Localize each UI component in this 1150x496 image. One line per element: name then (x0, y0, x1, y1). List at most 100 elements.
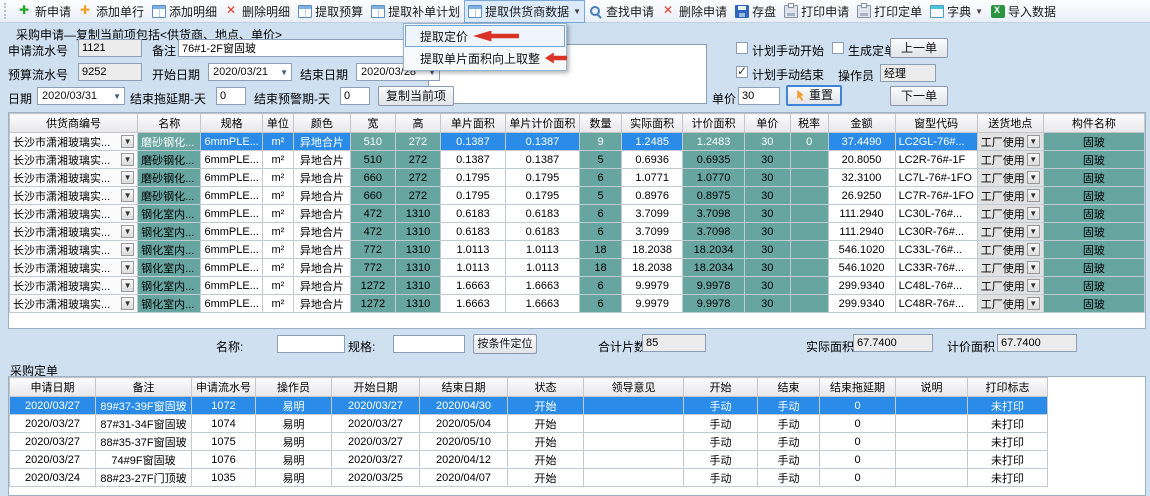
cell-request-sn[interactable]: 1035 (192, 469, 256, 487)
cell-start[interactable]: 手动 (684, 469, 758, 487)
cell-operator[interactable]: 易明 (256, 451, 332, 469)
cell-color[interactable]: 异地合片 (293, 151, 350, 169)
chevron-down-icon[interactable]: ▼ (1027, 297, 1040, 310)
cell-supplier[interactable]: 长沙市潇湘玻璃实...▼ (10, 295, 138, 313)
cell-tax-rate[interactable]: 0 (790, 133, 828, 151)
cell-qty[interactable]: 5 (580, 187, 622, 205)
table-row[interactable]: 长沙市潇湘玻璃实...▼钢化室内...6mmPLE...m²异地合片772131… (10, 259, 1145, 277)
column-header-window-code[interactable]: 窗型代码 (895, 114, 977, 133)
cell-window-code[interactable]: LC48L-76#... (895, 277, 977, 295)
cell-amount[interactable]: 37.4490 (828, 133, 895, 151)
cell-spec[interactable]: 6mmPLE... (201, 295, 262, 313)
column-header-end-delay[interactable]: 结束拖延期 (820, 378, 896, 397)
cell-name[interactable]: 磨砂钢化... (138, 133, 201, 151)
table-row[interactable]: 2020/03/2788#35-37F窗固玻1075易明2020/03/2720… (10, 433, 1048, 451)
cell-tax-rate[interactable] (790, 241, 828, 259)
cell-supplier[interactable]: 长沙市潇湘玻璃实...▼ (10, 187, 138, 205)
cell-leader-opinion[interactable] (584, 397, 684, 415)
column-header-height[interactable]: 高 (395, 114, 440, 133)
cell-window-code[interactable]: LC33L-76#... (895, 241, 977, 259)
table-row[interactable]: 长沙市潇湘玻璃实...▼钢化室内...6mmPLE...m²异地合片127213… (10, 295, 1145, 313)
cell-print-flag[interactable]: 未打印 (968, 415, 1048, 433)
cell-piece-area[interactable]: 0.1387 (441, 133, 506, 151)
filter-name-input[interactable] (277, 335, 345, 353)
cell-start-date[interactable]: 2020/03/27 (332, 451, 420, 469)
cell-window-code[interactable]: LC30L-76#... (895, 205, 977, 223)
cell-end-delay[interactable]: 0 (820, 397, 896, 415)
cell-amount[interactable]: 546.1020 (828, 241, 895, 259)
cell-unit[interactable]: m² (262, 187, 293, 205)
chevron-down-icon[interactable]: ▼ (1027, 189, 1040, 202)
cell-piece-price-area[interactable]: 0.1795 (505, 187, 579, 205)
column-header-request-date[interactable]: 申请日期 (10, 378, 96, 397)
cell-end[interactable]: 手动 (758, 397, 820, 415)
cell-delivery-location[interactable]: 工厂使用▼ (977, 151, 1043, 169)
cell-unit-price[interactable]: 30 (744, 259, 790, 277)
cell-tax-rate[interactable] (790, 187, 828, 205)
cell-piece-price-area[interactable]: 0.1795 (505, 169, 579, 187)
cell-qty[interactable]: 9 (580, 133, 622, 151)
cell-part-name[interactable]: 固玻 (1043, 151, 1144, 169)
cell-unit-price[interactable]: 30 (744, 187, 790, 205)
cell-unit-price[interactable]: 30 (744, 277, 790, 295)
cell-start-date[interactable]: 2020/03/27 (332, 397, 420, 415)
column-header-amount[interactable]: 金额 (828, 114, 895, 133)
table-row[interactable]: 长沙市潇湘玻璃实...▼钢化室内...6mmPLE...m²异地合片772131… (10, 241, 1145, 259)
menu-item-extract-pricing[interactable]: 提取定价 (405, 25, 565, 47)
cell-status[interactable]: 开始 (508, 433, 584, 451)
column-header-note[interactable]: 说明 (896, 378, 968, 397)
cell-price-area[interactable]: 1.2483 (683, 133, 744, 151)
cell-spec[interactable]: 6mmPLE... (201, 259, 262, 277)
cell-unit[interactable]: m² (262, 223, 293, 241)
add-row-button[interactable]: 添加单行 (75, 0, 148, 23)
cell-width[interactable]: 510 (350, 151, 395, 169)
cell-actual-area[interactable]: 18.2038 (621, 241, 682, 259)
cell-height[interactable]: 1310 (395, 277, 440, 295)
extract-supplement-plan-button[interactable]: 提取补单计划 (367, 0, 464, 23)
cell-delivery-location[interactable]: 工厂使用▼ (977, 223, 1043, 241)
cell-amount[interactable]: 32.3100 (828, 169, 895, 187)
cell-part-name[interactable]: 固玻 (1043, 259, 1144, 277)
cell-name[interactable]: 钢化室内... (138, 259, 201, 277)
chevron-down-icon[interactable]: ▼ (121, 153, 134, 166)
cell-request-sn[interactable]: 1072 (192, 397, 256, 415)
cell-print-flag[interactable]: 未打印 (968, 397, 1048, 415)
request-sn-field[interactable] (78, 39, 142, 57)
cell-color[interactable]: 异地合片 (293, 259, 350, 277)
find-request-button[interactable]: 查找申请 (585, 0, 658, 23)
cell-amount[interactable]: 299.9340 (828, 295, 895, 313)
column-header-end-date[interactable]: 结束日期 (420, 378, 508, 397)
column-header-tax-rate[interactable]: 税率 (790, 114, 828, 133)
table-row[interactable]: 长沙市潇湘玻璃实...▼钢化室内...6mmPLE...m²异地合片472131… (10, 223, 1145, 241)
column-header-supplier[interactable]: 供货商编号 (10, 114, 138, 133)
cell-price-area[interactable]: 1.0770 (683, 169, 744, 187)
cell-qty[interactable]: 6 (580, 277, 622, 295)
cell-piece-price-area[interactable]: 0.1387 (505, 133, 579, 151)
cell-part-name[interactable]: 固玻 (1043, 295, 1144, 313)
total-pieces-field[interactable] (642, 334, 706, 352)
cell-width[interactable]: 772 (350, 241, 395, 259)
cell-tax-rate[interactable] (790, 169, 828, 187)
cell-color[interactable]: 异地合片 (293, 205, 350, 223)
cell-status[interactable]: 开始 (508, 415, 584, 433)
column-header-piece-price-area[interactable]: 单片计价面积 (505, 114, 579, 133)
date-combo[interactable]: 2020/03/31▼ (37, 87, 125, 105)
cell-delivery-location[interactable]: 工厂使用▼ (977, 241, 1043, 259)
cell-note[interactable] (896, 397, 968, 415)
cell-delivery-location[interactable]: 工厂使用▼ (977, 133, 1043, 151)
cell-window-code[interactable]: LC30R-76#... (895, 223, 977, 241)
cell-piece-area[interactable]: 0.6183 (441, 205, 506, 223)
cell-piece-area[interactable]: 0.1795 (441, 187, 506, 205)
cell-amount[interactable]: 546.1020 (828, 259, 895, 277)
cell-print-flag[interactable]: 未打印 (968, 433, 1048, 451)
cell-name[interactable]: 磨砂钢化... (138, 151, 201, 169)
cell-tax-rate[interactable] (790, 151, 828, 169)
chevron-down-icon[interactable]: ▼ (1027, 207, 1040, 220)
cell-status[interactable]: 开始 (508, 451, 584, 469)
cell-status[interactable]: 开始 (508, 469, 584, 487)
table-row[interactable]: 长沙市潇湘玻璃实...▼钢化室内...6mmPLE...m²异地合片127213… (10, 277, 1145, 295)
cell-window-code[interactable]: LC48R-76#... (895, 295, 977, 313)
cell-unit[interactable]: m² (262, 241, 293, 259)
cell-start[interactable]: 手动 (684, 433, 758, 451)
budget-sn-field[interactable] (78, 63, 142, 81)
